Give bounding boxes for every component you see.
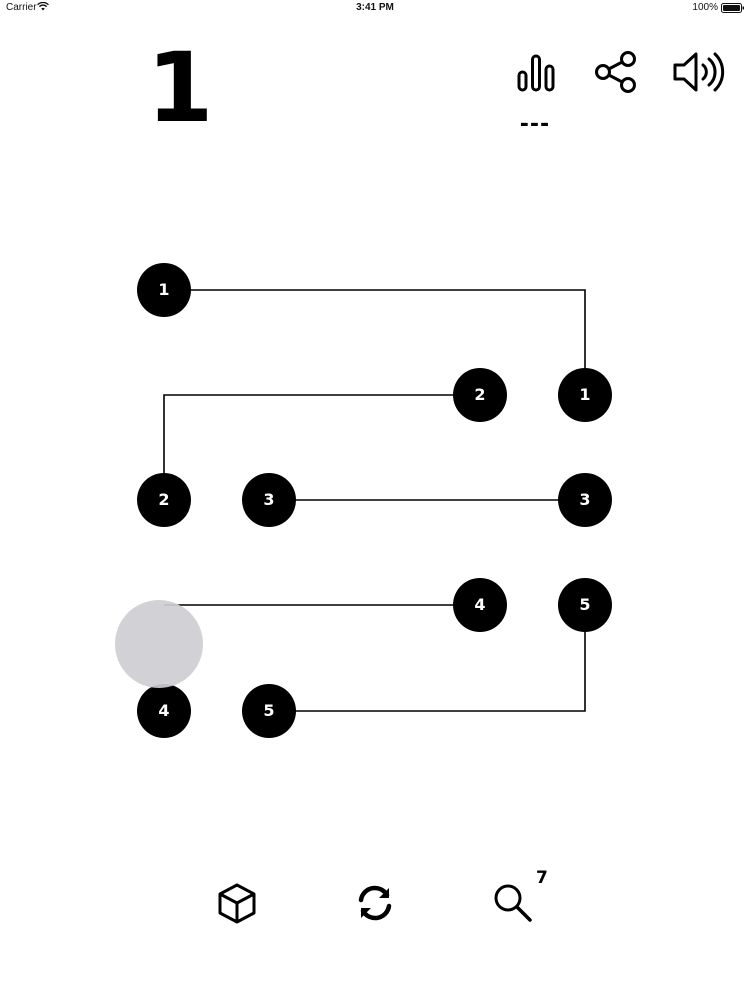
connection-line-5	[269, 605, 586, 712]
connection-line-1	[164, 289, 586, 395]
node-4[interactable]: 4	[453, 578, 507, 632]
node-2[interactable]: 2	[137, 473, 191, 527]
touch-indicator	[115, 600, 203, 688]
node-1[interactable]: 1	[137, 263, 191, 317]
node-5[interactable]: 5	[558, 578, 612, 632]
hint-count: 7	[536, 868, 548, 888]
node-5[interactable]: 5	[242, 684, 296, 738]
connection-line-2	[163, 394, 480, 500]
refresh-icon[interactable]	[352, 880, 398, 926]
node-1[interactable]: 1	[558, 368, 612, 422]
search-icon[interactable]	[490, 880, 536, 926]
connection-lines	[163, 289, 586, 712]
node-4[interactable]: 4	[137, 684, 191, 738]
game-screen: Carrier 3:41 PM 100% 1 --- 1 2 1 2 3 3 4…	[0, 0, 750, 1000]
game-board[interactable]: 1212334545	[0, 0, 750, 1000]
cube-icon[interactable]	[214, 880, 260, 926]
node-3[interactable]: 3	[242, 473, 296, 527]
node-2[interactable]: 2	[453, 368, 507, 422]
node-3[interactable]: 3	[558, 473, 612, 527]
